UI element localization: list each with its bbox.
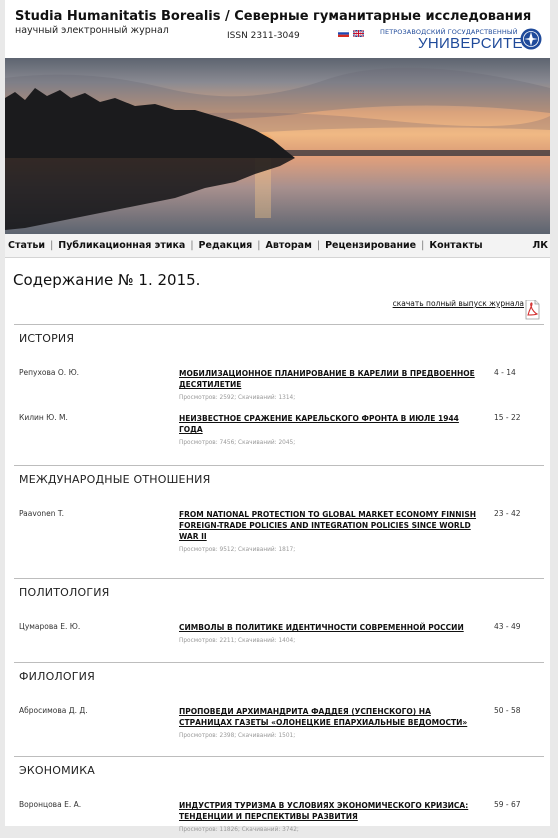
menu-item-authors[interactable]: Авторам [262,240,314,251]
university-logo[interactable]: ПЕТРОЗАВОДСКИЙ ГОСУДАРСТВЕННЫЙ УНИВЕРСИТ… [380,27,542,53]
page: Studia Humanitatis Borealis / Северные г… [5,0,550,833]
menu-separator: | [421,240,425,251]
section-international-relations: МЕЖДУНАРОДНЫЕ ОТНОШЕНИЯ Paavonen T. FROM… [14,465,544,578]
article-author: Абросимова Д. Д. [19,706,88,715]
download-issue-link[interactable]: скачать полный выпуск журнала [393,299,524,308]
article-author: Цумарова Е. Ю. [19,622,81,631]
page-title: Содержание № 1. 2015. [13,271,201,289]
list-item: Paavonen T. FROM NATIONAL PROTECTION TO … [14,501,544,578]
article-pages: 43 - 49 [494,622,521,631]
article-title-link[interactable]: СИМВОЛЫ В ПОЛИТИКЕ ИДЕНТИЧНОСТИ СОВРЕМЕН… [179,622,484,633]
menu-separator: | [316,240,321,251]
article-stats: Просмотров: 2592; Скачиваний: 1314; [179,395,296,401]
list-item: Абросимова Д. Д. ПРОПОВЕДИ АРХИМАНДРИТА … [14,698,544,756]
article-title-link[interactable]: ИНДУСТРИЯ ТУРИЗМА В УСЛОВИЯХ ЭКОНОМИЧЕСК… [179,800,484,822]
article-pages: 15 - 22 [494,413,521,422]
article-pages: 59 - 67 [494,800,521,809]
russian-flag-icon[interactable] [338,30,349,37]
article-stats: Просмотров: 2211; Скачиваний: 1404; [179,638,296,644]
article-title-link[interactable]: ПРОПОВЕДИ АРХИМАНДРИТА ФАДДЕЯ (УСПЕНСКОГ… [179,706,484,728]
menu-separator: | [50,240,54,251]
list-item: Репухова О. Ю. МОБИЛИЗАЦИОННОЕ ПЛАНИРОВА… [14,360,544,405]
section-title: МЕЖДУНАРОДНЫЕ ОТНОШЕНИЯ [19,473,211,486]
article-stats: Просмотров: 11826; Скачиваний: 3742; [179,827,299,833]
menu-item-lk[interactable]: ЛК [529,240,550,251]
article-title-link[interactable]: FROM NATIONAL PROTECTION TO GLOBAL MARKE… [179,509,484,542]
section-history: ИСТОРИЯ Репухова О. Ю. МОБИЛИЗАЦИОННОЕ П… [14,324,544,465]
article-pages: 4 - 14 [494,368,516,377]
pdf-icon[interactable] [524,300,540,320]
uk-flag-icon[interactable] [353,30,364,37]
article-stats: Просмотров: 7456; Скачиваний: 2045; [179,440,296,446]
menu-separator: | [257,240,261,251]
menu-item-contacts[interactable]: Контакты [426,240,485,251]
article-pages: 23 - 42 [494,509,521,518]
menu-item-reviewing[interactable]: Рецензирование [322,240,419,251]
section-title: ФИЛОЛОГИЯ [19,670,95,683]
article-author: Paavonen T. [19,509,64,518]
section-title: ЭКОНОМИКА [19,764,95,777]
list-item: Воронцова Е. А. ИНДУСТРИЯ ТУРИЗМА В УСЛО… [14,792,544,838]
site-subtitle: научный электронный журнал [15,25,169,36]
article-author: Килин Ю. М. [19,413,68,422]
menu-item-editorial[interactable]: Редакция [196,240,256,251]
menu-item-ethics[interactable]: Публикационная этика [55,240,188,251]
main-menu: Статьи | Публикационная этика | Редакция… [5,234,550,258]
article-title-link[interactable]: НЕИЗВЕСТНОЕ СРАЖЕНИЕ КАРЕЛЬСКОГО ФРОНТА … [179,413,484,435]
article-stats: Просмотров: 2398; Скачиваний: 1501; [179,733,296,739]
article-author: Репухова О. Ю. [19,368,80,377]
table-of-contents: ИСТОРИЯ Репухова О. Ю. МОБИЛИЗАЦИОННОЕ П… [14,324,544,838]
issn: ISSN 2311-3049 [227,31,300,41]
list-item: Цумарова Е. Ю. СИМВОЛЫ В ПОЛИТИКЕ ИДЕНТИ… [14,614,544,662]
section-political-science: ПОЛИТОЛОГИЯ Цумарова Е. Ю. СИМВОЛЫ В ПОЛ… [14,578,544,662]
section-title: ПОЛИТОЛОГИЯ [19,586,110,599]
article-stats: Просмотров: 9512; Скачиваний: 1817; [179,547,296,553]
language-switcher [338,30,364,37]
site-title[interactable]: Studia Humanitatis Borealis / Северные г… [15,9,531,24]
banner-sunset-lake-image [5,58,550,234]
site-header: Studia Humanitatis Borealis / Северные г… [5,0,550,58]
list-item: Килин Ю. М. НЕИЗВЕСТНОЕ СРАЖЕНИЕ КАРЕЛЬС… [14,405,544,465]
menu-item-articles[interactable]: Статьи [5,240,48,251]
menu-separator: | [190,240,194,251]
university-emblem-icon [520,28,542,50]
article-author: Воронцова Е. А. [19,800,82,809]
university-logo-main: УНИВЕРСИТЕТ [418,35,533,52]
section-title: ИСТОРИЯ [19,332,75,345]
section-philology: ФИЛОЛОГИЯ Абросимова Д. Д. ПРОПОВЕДИ АРХ… [14,662,544,756]
article-pages: 50 - 58 [494,706,521,715]
article-title-link[interactable]: МОБИЛИЗАЦИОННОЕ ПЛАНИРОВАНИЕ В КАРЕЛИИ В… [179,368,484,390]
